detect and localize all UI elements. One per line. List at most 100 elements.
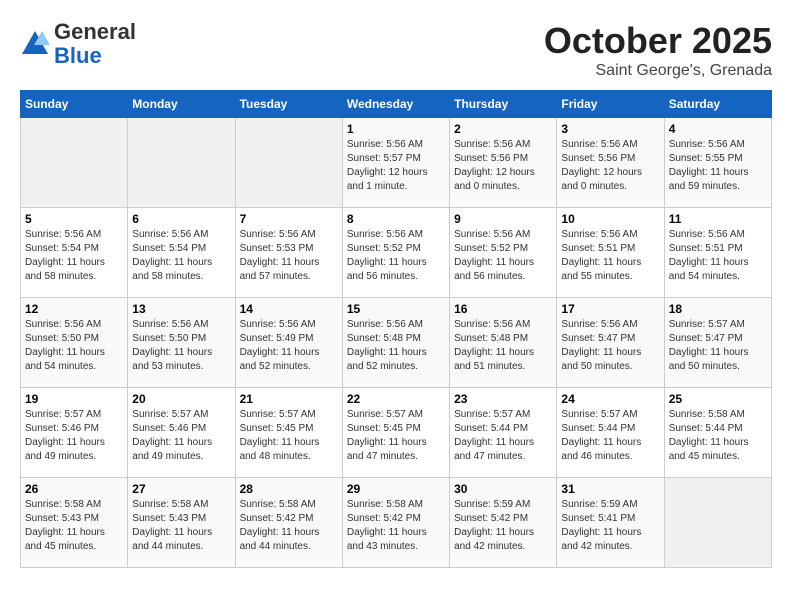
calendar-cell: 22Sunrise: 5:57 AM Sunset: 5:45 PM Dayli…: [342, 388, 449, 478]
day-number: 10: [561, 212, 659, 226]
calendar-cell: 21 Sunrise: 5:57 AM Sunset: 5:45 PM Dayli…: [235, 388, 342, 478]
weekday-header-friday: Friday: [557, 91, 664, 118]
day-number: 16: [454, 302, 552, 316]
day-number: 27: [132, 482, 230, 496]
calendar-cell: 9 Sunrise: 5:56 AM Sunset: 5:52 PM Daylig…: [450, 208, 557, 298]
day-info: Sunrise: 5:57 AM Sunset: 5:47 PM Dayligh…: [669, 318, 767, 374]
calendar: SundayMondayTuesdayWednesdayThursdayFrid…: [20, 90, 772, 568]
weekday-header-wednesday: Wednesday: [342, 91, 449, 118]
day-info: Sunrise: 5:57 AM Sunset: 5:44 PM Dayligh…: [454, 408, 552, 464]
day-number: 1: [347, 122, 445, 136]
day-info: Sunrise: 5:58 AM Sunset: 5:43 PM Dayligh…: [132, 498, 230, 554]
day-number: 14: [240, 302, 338, 316]
day-number: 24: [561, 392, 659, 406]
day-number: 17: [561, 302, 659, 316]
calendar-cell: 1 Sunrise: 5:56 AM Sunset: 5:57 PM Daylig…: [342, 118, 449, 208]
calendar-body: 1 Sunrise: 5:56 AM Sunset: 5:57 PM Daylig…: [21, 118, 772, 568]
day-info: Sunrise: 5:58 AM Sunset: 5:42 PM Dayligh…: [347, 498, 445, 554]
day-number: 20: [132, 392, 230, 406]
calendar-cell: 6 Sunrise: 5:56 AM Sunset: 5:54 PM Daylig…: [128, 208, 235, 298]
calendar-cell: 2Sunrise: 5:56 AM Sunset: 5:56 PM Daylig…: [450, 118, 557, 208]
day-info: Sunrise: 5:56 AM Sunset: 5:57 PM Dayligh…: [347, 138, 445, 194]
day-info: Sunrise: 5:56 AM Sunset: 5:47 PM Dayligh…: [561, 318, 659, 374]
weekday-header-saturday: Saturday: [664, 91, 771, 118]
calendar-cell: [128, 118, 235, 208]
day-info: Sunrise: 5:56 AM Sunset: 5:54 PM Dayligh…: [132, 228, 230, 284]
day-info: Sunrise: 5:56 AM Sunset: 5:49 PM Dayligh…: [240, 318, 338, 374]
day-number: 30: [454, 482, 552, 496]
calendar-cell: 11Sunrise: 5:56 AM Sunset: 5:51 PM Dayli…: [664, 208, 771, 298]
title-block: October 2025 Saint George's, Grenada: [544, 20, 772, 80]
calendar-cell: [235, 118, 342, 208]
day-info: Sunrise: 5:56 AM Sunset: 5:53 PM Dayligh…: [240, 228, 338, 284]
logo-icon: [20, 29, 50, 59]
weekday-row: SundayMondayTuesdayWednesdayThursdayFrid…: [21, 91, 772, 118]
calendar-cell: 30 Sunrise: 5:59 AM Sunset: 5:42 PM Dayli…: [450, 478, 557, 568]
calendar-cell: 8 Sunrise: 5:56 AM Sunset: 5:52 PM Daylig…: [342, 208, 449, 298]
day-number: 29: [347, 482, 445, 496]
day-number: 3: [561, 122, 659, 136]
day-number: 4: [669, 122, 767, 136]
day-number: 8: [347, 212, 445, 226]
weekday-header-monday: Monday: [128, 91, 235, 118]
calendar-cell: 3 Sunrise: 5:56 AM Sunset: 5:56 PM Daylig…: [557, 118, 664, 208]
calendar-cell: 10 Sunrise: 5:56 AM Sunset: 5:51 PM Dayli…: [557, 208, 664, 298]
day-info: Sunrise: 5:57 AM Sunset: 5:46 PM Dayligh…: [25, 408, 123, 464]
month-title: October 2025: [544, 20, 772, 62]
day-number: 23: [454, 392, 552, 406]
day-number: 31: [561, 482, 659, 496]
day-info: Sunrise: 5:58 AM Sunset: 5:43 PM Dayligh…: [25, 498, 123, 554]
day-number: 5: [25, 212, 123, 226]
logo: General Blue: [20, 20, 136, 68]
day-info: Sunrise: 5:57 AM Sunset: 5:44 PM Dayligh…: [561, 408, 659, 464]
day-info: Sunrise: 5:59 AM Sunset: 5:42 PM Dayligh…: [454, 498, 552, 554]
page-header: General Blue October 2025 Saint George's…: [20, 20, 772, 80]
day-number: 11: [669, 212, 767, 226]
day-number: 7: [240, 212, 338, 226]
calendar-cell: 7 Sunrise: 5:56 AM Sunset: 5:53 PM Daylig…: [235, 208, 342, 298]
calendar-cell: 23 Sunrise: 5:57 AM Sunset: 5:44 PM Dayli…: [450, 388, 557, 478]
day-info: Sunrise: 5:57 AM Sunset: 5:45 PM Dayligh…: [240, 408, 338, 464]
weekday-header-sunday: Sunday: [21, 91, 128, 118]
day-info: Sunrise: 5:56 AM Sunset: 5:50 PM Dayligh…: [132, 318, 230, 374]
day-info: Sunrise: 5:56 AM Sunset: 5:52 PM Dayligh…: [454, 228, 552, 284]
day-info: Sunrise: 5:56 AM Sunset: 5:56 PM Dayligh…: [454, 138, 552, 194]
day-number: 26: [25, 482, 123, 496]
day-info: Sunrise: 5:56 AM Sunset: 5:48 PM Dayligh…: [347, 318, 445, 374]
location-title: Saint George's, Grenada: [544, 62, 772, 80]
calendar-header: SundayMondayTuesdayWednesdayThursdayFrid…: [21, 91, 772, 118]
calendar-cell: 12Sunrise: 5:56 AM Sunset: 5:50 PM Dayli…: [21, 298, 128, 388]
day-info: Sunrise: 5:56 AM Sunset: 5:51 PM Dayligh…: [561, 228, 659, 284]
logo-general: General: [54, 19, 136, 44]
day-info: Sunrise: 5:56 AM Sunset: 5:52 PM Dayligh…: [347, 228, 445, 284]
calendar-week-3: 12Sunrise: 5:56 AM Sunset: 5:50 PM Dayli…: [21, 298, 772, 388]
day-number: 19: [25, 392, 123, 406]
day-number: 21: [240, 392, 338, 406]
logo-text: General Blue: [54, 20, 136, 68]
calendar-cell: 17 Sunrise: 5:56 AM Sunset: 5:47 PM Dayli…: [557, 298, 664, 388]
weekday-header-tuesday: Tuesday: [235, 91, 342, 118]
calendar-cell: [664, 478, 771, 568]
calendar-cell: 26 Sunrise: 5:58 AM Sunset: 5:43 PM Dayli…: [21, 478, 128, 568]
calendar-cell: 18 Sunrise: 5:57 AM Sunset: 5:47 PM Dayli…: [664, 298, 771, 388]
day-info: Sunrise: 5:57 AM Sunset: 5:45 PM Dayligh…: [347, 408, 445, 464]
day-number: 28: [240, 482, 338, 496]
day-info: Sunrise: 5:59 AM Sunset: 5:41 PM Dayligh…: [561, 498, 659, 554]
day-number: 18: [669, 302, 767, 316]
day-number: 15: [347, 302, 445, 316]
day-info: Sunrise: 5:58 AM Sunset: 5:42 PM Dayligh…: [240, 498, 338, 554]
calendar-cell: 19 Sunrise: 5:57 AM Sunset: 5:46 PM Dayli…: [21, 388, 128, 478]
day-info: Sunrise: 5:58 AM Sunset: 5:44 PM Dayligh…: [669, 408, 767, 464]
day-number: 25: [669, 392, 767, 406]
weekday-header-thursday: Thursday: [450, 91, 557, 118]
calendar-week-4: 19 Sunrise: 5:57 AM Sunset: 5:46 PM Dayli…: [21, 388, 772, 478]
calendar-cell: 20Sunrise: 5:57 AM Sunset: 5:46 PM Dayli…: [128, 388, 235, 478]
calendar-cell: 14 Sunrise: 5:56 AM Sunset: 5:49 PM Dayli…: [235, 298, 342, 388]
day-info: Sunrise: 5:56 AM Sunset: 5:56 PM Dayligh…: [561, 138, 659, 194]
calendar-week-2: 5 Sunrise: 5:56 AM Sunset: 5:54 PM Daylig…: [21, 208, 772, 298]
logo-blue: Blue: [54, 43, 102, 68]
day-number: 6: [132, 212, 230, 226]
calendar-cell: 24 Sunrise: 5:57 AM Sunset: 5:44 PM Dayli…: [557, 388, 664, 478]
day-number: 9: [454, 212, 552, 226]
calendar-week-5: 26 Sunrise: 5:58 AM Sunset: 5:43 PM Dayli…: [21, 478, 772, 568]
